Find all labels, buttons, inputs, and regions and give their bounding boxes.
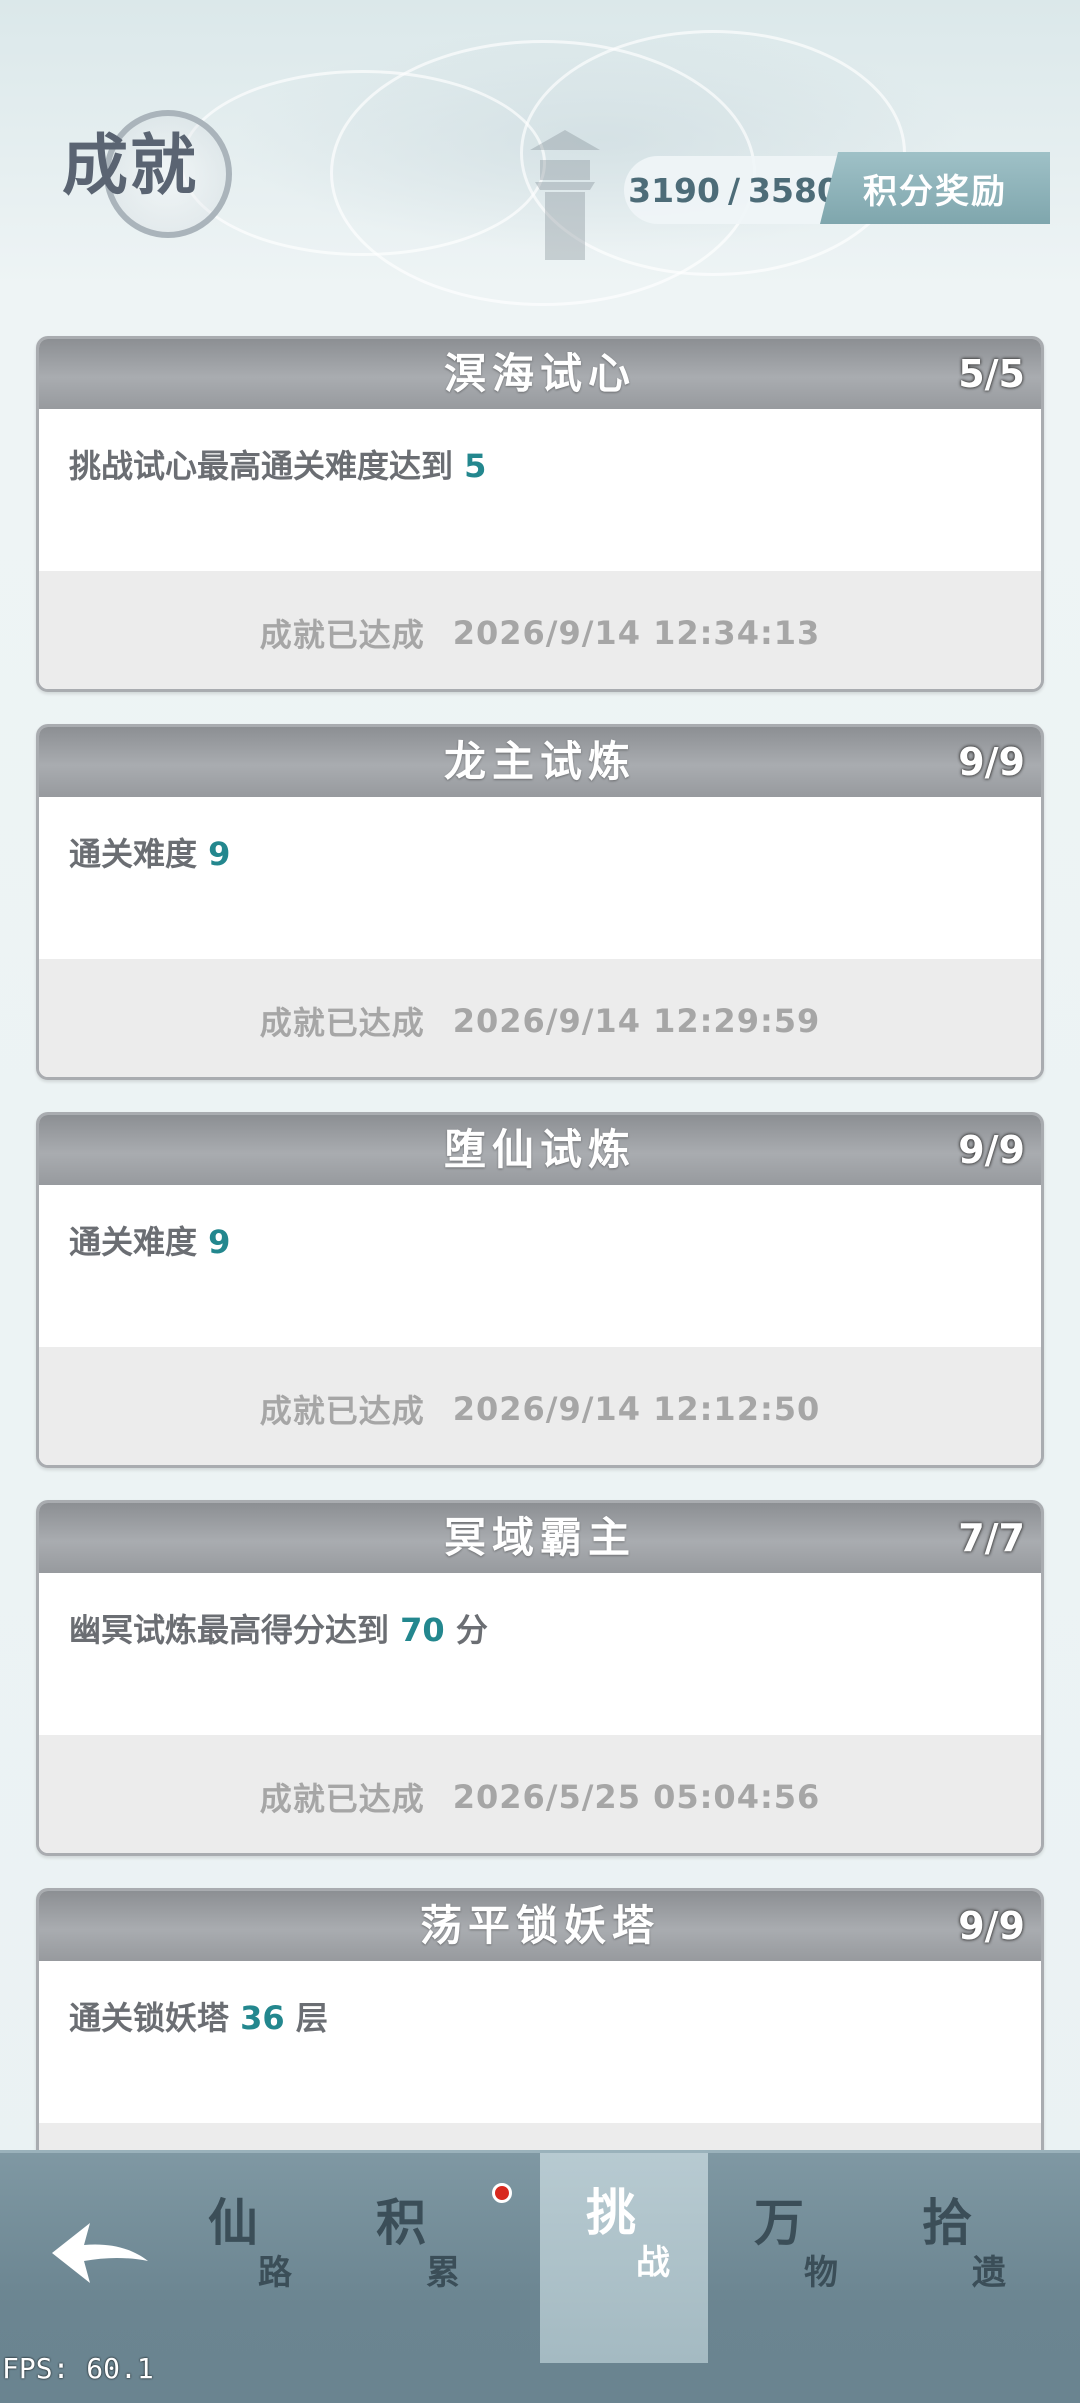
tab-shiyi-sub: 遗: [972, 2253, 1006, 2293]
achievement-progress-count: 9/9: [958, 740, 1025, 784]
header: 成就 3190 / 3580 积分奖励: [0, 0, 1080, 300]
achievement-status-row: 成就已达成 2026/9/14 12:29:59: [39, 959, 1041, 1077]
description-text: 幽冥试炼最高得分达到: [69, 1611, 401, 1649]
achievement-progress-count: 9/9: [958, 1904, 1025, 1948]
achievement-card-header: 荡平锁妖塔 9/9: [39, 1891, 1041, 1961]
tab-jilei-sub: 累: [426, 2253, 460, 2293]
achievement-card[interactable]: 龙主试炼 9/9 通关难度 9 成就已达成 2026/9/14 12:29:59: [36, 724, 1044, 1080]
achievement-status: 成就已达成: [259, 616, 425, 654]
achievement-description: 挑战试心最高通关难度达到 5: [39, 409, 1041, 571]
description-suffix: 层: [284, 1999, 328, 2037]
tab-wanwu[interactable]: 万 物: [708, 2163, 876, 2363]
tab-tiaozhan-sub: 战: [636, 2243, 670, 2283]
description-text: 通关难度: [69, 835, 209, 873]
tab-wanwu-char: 万: [754, 2193, 804, 2252]
achievement-description: 通关锁妖塔 36 层: [39, 1961, 1041, 2123]
description-value: 5: [464, 447, 487, 485]
points-reward-button[interactable]: 积分奖励: [820, 152, 1050, 224]
achievement-description: 通关难度 9: [39, 1185, 1041, 1347]
achievement-status: 成就已达成: [259, 1780, 425, 1818]
score-display: 3190 / 3580: [624, 156, 844, 224]
description-text: 通关锁妖塔: [69, 1999, 241, 2037]
pagoda-decoration: [530, 130, 600, 260]
score-current: 3190: [628, 170, 720, 210]
fps-counter: FPS: 60.1: [2, 2352, 154, 2385]
description-value: 36: [240, 1999, 285, 2037]
tab-tiaozhan[interactable]: 挑 战: [540, 2153, 708, 2363]
tab-xianlu-char: 仙: [208, 2193, 258, 2252]
achievement-card-header: 冥域霸主 7/7: [39, 1503, 1041, 1573]
bottom-nav: 仙 路 积 累 挑 战 万 物 拾 遗: [0, 2150, 1080, 2403]
achievement-description: 通关难度 9: [39, 797, 1041, 959]
tab-jilei-char: 积: [376, 2193, 426, 2252]
achievement-title: 冥域霸主: [443, 1513, 636, 1562]
score-separator: /: [727, 170, 741, 210]
tab-wanwu-sub: 物: [804, 2253, 838, 2293]
achievement-status-row: 成就已达成 2026/9/14 12:12:50: [39, 1347, 1041, 1465]
achievement-progress-count: 5/5: [958, 352, 1025, 396]
page-title: 成就: [62, 126, 198, 204]
achievement-title: 荡平锁妖塔: [419, 1901, 660, 1950]
description-value: 9: [208, 835, 231, 873]
achievement-card[interactable]: 堕仙试炼 9/9 通关难度 9 成就已达成 2026/9/14 12:12:50: [36, 1112, 1044, 1468]
achievement-title: 龙主试炼: [443, 737, 636, 786]
achievement-status: 成就已达成: [259, 1392, 425, 1430]
tab-xianlu[interactable]: 仙 路: [162, 2163, 330, 2363]
achievement-description: 幽冥试炼最高得分达到 70 分: [39, 1573, 1041, 1735]
tab-shiyi-char: 拾: [922, 2193, 972, 2252]
achievement-status-row: 成就已达成 2026/5/25 05:04:56: [39, 1735, 1041, 1853]
description-value: 70: [400, 1611, 445, 1649]
description-text: 通关难度: [69, 1223, 209, 1261]
achievement-status-row: 成就已达成 2026/9/14 12:34:13: [39, 571, 1041, 689]
achievement-progress-count: 9/9: [958, 1128, 1025, 1172]
achievement-card[interactable]: 冥域霸主 7/7 幽冥试炼最高得分达到 70 分成就已达成 2026/5/25 05:…: [36, 1500, 1044, 1856]
achievement-card[interactable]: 溟海试心 5/5 挑战试心最高通关难度达到 5 成就已达成 2026/9/14 12:3…: [36, 336, 1044, 692]
achievement-timestamp: 2026/9/14 12:34:13: [452, 614, 821, 652]
achievement-card-header: 溟海试心 5/5: [39, 339, 1041, 409]
description-value: 9: [208, 1223, 231, 1261]
tab-jilei[interactable]: 积 累: [330, 2163, 498, 2363]
back-button[interactable]: [40, 2198, 160, 2308]
achievement-timestamp: 2026/9/14 12:29:59: [452, 1002, 821, 1040]
back-arrow-icon: [52, 2223, 148, 2283]
tab-shiyi[interactable]: 拾 遗: [876, 2163, 1044, 2363]
tab-tiaozhan-char: 挑: [586, 2183, 636, 2242]
achievement-timestamp: 2026/5/25 05:04:56: [452, 1778, 821, 1816]
notification-dot: [492, 2183, 512, 2203]
description-suffix: 分: [444, 1611, 488, 1649]
achievement-progress-count: 7/7: [958, 1516, 1025, 1560]
achievement-title: 溟海试心: [443, 349, 636, 398]
achievement-status: 成就已达成: [259, 1004, 425, 1042]
achievement-card-header: 堕仙试炼 9/9: [39, 1115, 1041, 1185]
achievement-title: 堕仙试炼: [443, 1125, 636, 1174]
achievement-timestamp: 2026/9/14 12:12:50: [452, 1390, 821, 1428]
description-text: 挑战试心最高通关难度达到: [69, 447, 465, 485]
achievement-card-header: 龙主试炼 9/9: [39, 727, 1041, 797]
tab-xianlu-sub: 路: [258, 2253, 292, 2293]
